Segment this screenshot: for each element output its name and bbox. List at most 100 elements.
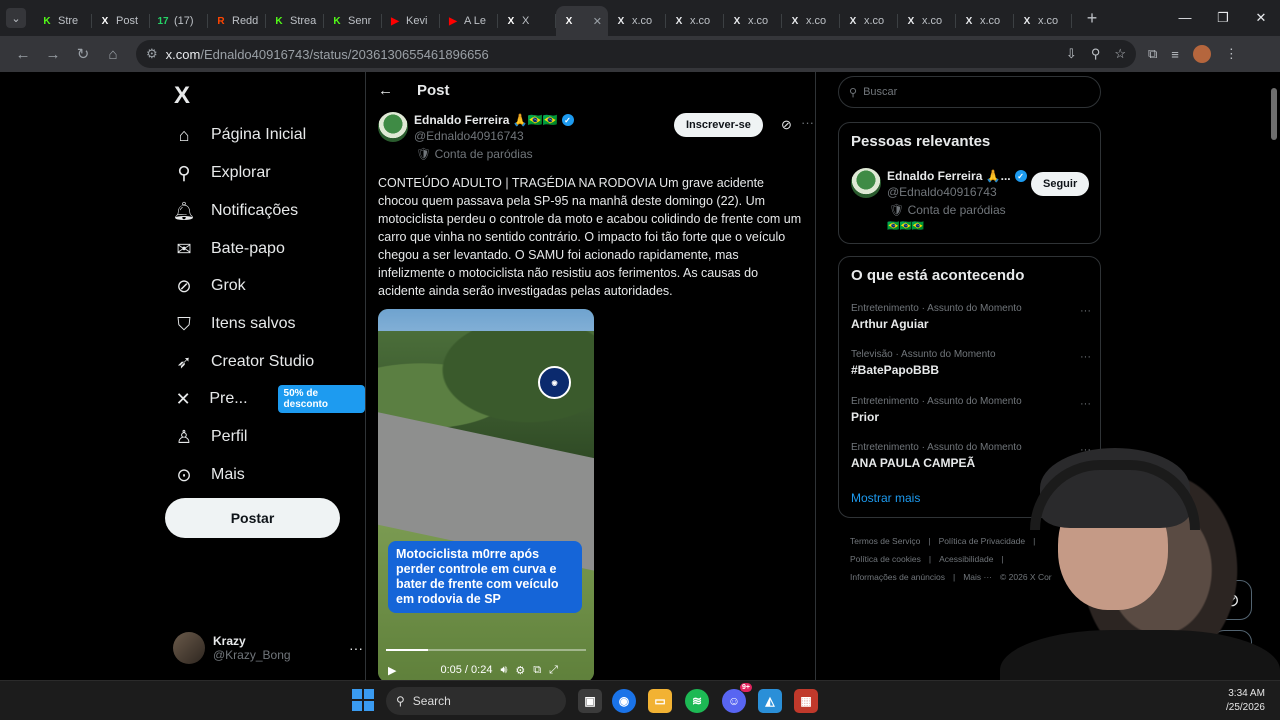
taskbar-search[interactable]: ⚲ Search xyxy=(386,687,566,715)
nav-item-grok[interactable]: ⊘ Grok xyxy=(173,273,245,299)
extensions-icon[interactable]: ⧉ xyxy=(1148,46,1157,62)
nav-item-itens-salvos[interactable]: ⛉ Itens salvos xyxy=(173,311,295,337)
nav-item-pre[interactable]: ✕ Pre... 50% de desconto xyxy=(173,385,365,413)
nav-item-creator-studio[interactable]: ➶ Creator Studio xyxy=(173,349,314,375)
fullscreen-icon[interactable]: ⤢ xyxy=(549,664,558,677)
footer-link[interactable]: Acessibilidade xyxy=(939,554,993,564)
zoom-icon[interactable]: ⚲ xyxy=(1091,46,1101,62)
tab-after-6[interactable]: Xx.co xyxy=(956,6,1014,36)
tab-after-3[interactable]: Xx.co xyxy=(782,6,840,36)
footer-link[interactable]: | xyxy=(928,536,930,546)
media-controls-icon[interactable]: ≡ xyxy=(1171,47,1179,62)
tab-after-5[interactable]: Xx.co xyxy=(898,6,956,36)
taskbar-clock[interactable]: 3:34 AM /25/2026 xyxy=(1226,687,1265,715)
home-button[interactable]: ⌂ xyxy=(98,39,128,69)
bookmark-star-icon[interactable]: ☆ xyxy=(1114,46,1126,62)
new-tab-button[interactable]: + xyxy=(1078,4,1106,32)
tab-after-4[interactable]: Xx.co xyxy=(840,6,898,36)
install-app-icon[interactable]: ⇩ xyxy=(1066,46,1077,62)
tab-before-0[interactable]: K Stre xyxy=(34,6,92,36)
photos-icon[interactable]: ◭ xyxy=(758,689,782,713)
app-icon[interactable]: ▦ xyxy=(794,689,818,713)
tab-active[interactable]: X ✕ xyxy=(556,6,608,36)
trend-item[interactable]: Televisão · Assunto do Momento #BatePapoB… xyxy=(851,349,1091,377)
video-player[interactable]: ◉ Motociclista m0rre após perder control… xyxy=(378,309,594,680)
footer-link[interactable]: Mais ··· xyxy=(963,572,992,582)
tab-label: X xyxy=(522,15,530,27)
chrome-icon[interactable]: ◉ xyxy=(612,689,636,713)
tab-before-7[interactable]: ▶ A Le xyxy=(440,6,498,36)
rocket-icon: ➶ xyxy=(176,351,192,372)
tab-search-button[interactable]: ⌄ xyxy=(6,8,26,28)
file-explorer-icon[interactable]: ▭ xyxy=(648,689,672,713)
restore-button[interactable]: ❐ xyxy=(1204,10,1242,26)
play-icon[interactable]: ▶ xyxy=(388,664,396,677)
footer-link[interactable]: Política de cookies xyxy=(850,554,921,564)
footer-link[interactable]: Informações de anúncios xyxy=(850,572,945,582)
minimize-button[interactable]: — xyxy=(1166,10,1204,26)
follow-button[interactable]: Seguir xyxy=(1031,172,1090,196)
author-handle[interactable]: @Ednaldo40916743 xyxy=(414,129,524,143)
address-bar[interactable]: ⚙ x.com/Ednaldo40916743/status/203613065… xyxy=(136,40,1136,68)
tab-before-6[interactable]: ▶ Kevi xyxy=(382,6,440,36)
tab-after-1[interactable]: Xx.co xyxy=(666,6,724,36)
task-view-icon[interactable]: ▣ xyxy=(578,689,602,713)
post-more-icon[interactable]: ··· xyxy=(801,115,814,130)
nav-item-perfil[interactable]: ♙ Perfil xyxy=(173,424,248,450)
grok-icon[interactable]: ⊘ xyxy=(781,117,792,133)
spotify-icon[interactable]: ≋ xyxy=(685,689,709,713)
nav-item-explorar[interactable]: ⚲ Explorar xyxy=(173,160,270,186)
profile-avatar[interactable] xyxy=(1192,45,1211,63)
more-icon[interactable]: ··· xyxy=(349,640,363,656)
search-icon: ⚲ xyxy=(396,694,405,708)
tab-before-2[interactable]: 17 (17) xyxy=(150,6,208,36)
tab-after-2[interactable]: Xx.co xyxy=(724,6,782,36)
footer-link[interactable]: | xyxy=(929,554,931,564)
tab-before-1[interactable]: X Post xyxy=(92,6,150,36)
nav-item-bate-papo[interactable]: ✉ Bate-papo xyxy=(173,236,284,262)
nav-item-mais[interactable]: ⊙ Mais xyxy=(173,462,244,488)
pip-icon[interactable]: ⧉ xyxy=(533,664,541,677)
nav-item-p-gina-inicial[interactable]: ⌂ Página Inicial xyxy=(173,122,307,148)
author-avatar[interactable] xyxy=(378,112,408,142)
scrollbar-thumb[interactable] xyxy=(1271,88,1277,140)
tab-before-4[interactable]: K Strea xyxy=(266,6,324,36)
settings-icon[interactable]: ⚙ xyxy=(515,664,525,677)
volume-icon[interactable]: 🔊︎ xyxy=(500,664,507,677)
trend-item[interactable]: Entretenimento · Assunto do Momento Arthu… xyxy=(851,303,1091,331)
more-icon[interactable]: ··· xyxy=(1080,398,1091,410)
account-switcher[interactable]: Krazy @Krazy_Bong ··· xyxy=(173,631,363,665)
tab-after-0[interactable]: Xx.co xyxy=(608,6,666,36)
windows-start-icon[interactable] xyxy=(352,689,374,711)
show-more-link[interactable]: Mostrar mais xyxy=(851,491,920,505)
browser-menu-icon[interactable]: ⋮ xyxy=(1225,46,1238,62)
author-name-row[interactable]: Ednaldo Ferreira 🙏🇧🇷🇧🇷 ✓ xyxy=(414,113,574,127)
nav-item-notifica-es[interactable]: 🔔︎ Notificações xyxy=(173,198,299,224)
discord-icon[interactable]: ☺ 9+ xyxy=(722,683,752,713)
forward-button[interactable]: → xyxy=(38,39,68,69)
site-info-icon[interactable]: ⚙ xyxy=(146,46,158,62)
tab-before-5[interactable]: K Senr xyxy=(324,6,382,36)
back-arrow-icon[interactable]: ← xyxy=(378,82,393,99)
close-window-button[interactable]: ✕ xyxy=(1242,10,1280,26)
video-progress-bar[interactable] xyxy=(386,649,586,651)
search-input[interactable]: ⚲ Buscar xyxy=(838,76,1101,108)
trend-item[interactable]: Entretenimento · Assunto do Momento Prior… xyxy=(851,396,1091,424)
post-button[interactable]: Postar xyxy=(165,498,340,538)
tab-before-3[interactable]: R Redd xyxy=(208,6,266,36)
more-icon[interactable]: ··· xyxy=(1080,351,1091,363)
subscribe-button[interactable]: Inscrever-se xyxy=(674,113,763,137)
back-button[interactable]: ← xyxy=(8,39,38,69)
reload-button[interactable]: ↻ xyxy=(68,39,98,69)
footer-link[interactable]: Termos de Serviço xyxy=(850,536,920,546)
tab-before-8[interactable]: XX xyxy=(498,6,556,36)
footer-link[interactable]: | xyxy=(953,572,955,582)
tab-after-7[interactable]: Xx.co xyxy=(1014,6,1072,36)
relevant-avatar[interactable] xyxy=(851,168,881,198)
more-icon[interactable]: ··· xyxy=(1080,305,1091,317)
x-logo-icon[interactable]: X xyxy=(174,82,190,110)
account-name: Krazy xyxy=(213,634,246,648)
close-icon[interactable]: ✕ xyxy=(593,15,602,28)
trend-category: Entretenimento · Assunto do Momento xyxy=(851,396,1022,407)
relevant-name-row[interactable]: Ednaldo Ferreira 🙏... ✓ xyxy=(887,169,1027,183)
